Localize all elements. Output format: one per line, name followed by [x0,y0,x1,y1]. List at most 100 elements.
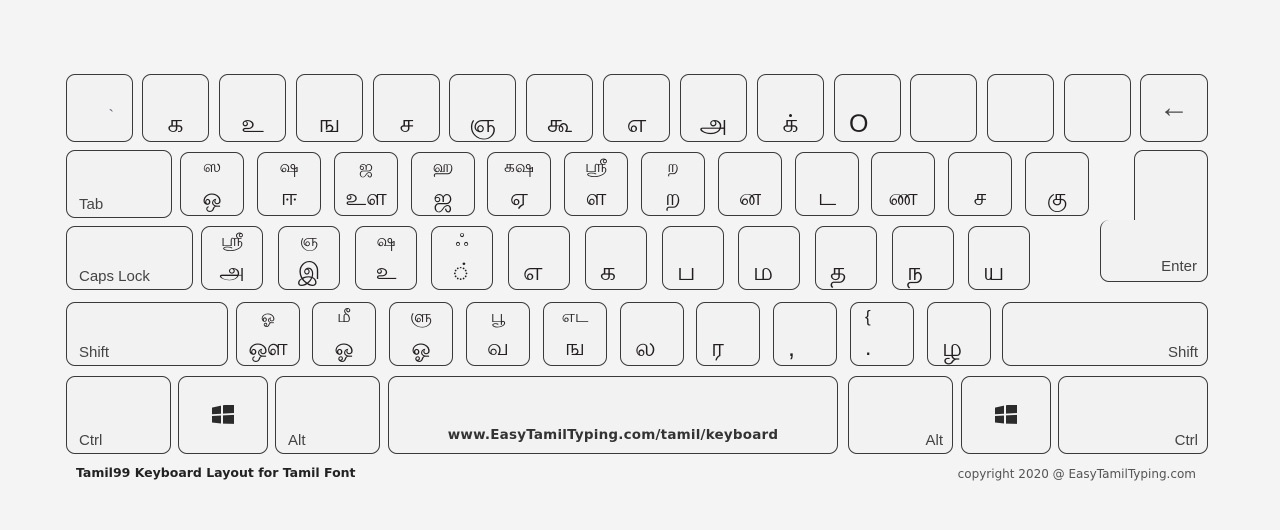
key-x[interactable]: மீ ஓ [312,302,376,366]
key-period[interactable]: { . [850,302,914,366]
key-9-k[interactable]: க் [757,74,824,142]
key-6-glyph: கூ [546,110,573,138]
spacebar-url-label: www.EasyTamilTyping.com/tamil/keyboard [447,427,779,443]
key-d[interactable]: ஷ உ [355,226,417,290]
key-slash[interactable]: ழ [927,302,991,366]
key-1-glyph: க [167,110,184,138]
key-r-top-glyph: ஹ [432,157,454,176]
key-5-glyph: ஞ [469,110,496,138]
key-backspace[interactable]: ← [1140,74,1208,142]
key-o-glyph: ட [817,184,837,210]
key-m[interactable]: ர [696,302,760,366]
key-c-bottom-glyph: ஓ [411,334,431,360]
key-alt-right[interactable]: Alt [848,376,953,454]
key-s[interactable]: ஞ இ [278,226,340,290]
key-2-glyph: உ [241,110,264,138]
key-7-e[interactable]: எ [603,74,670,142]
key-5-nya[interactable]: ஞ [449,74,516,142]
key-shift-left[interactable]: Shift [66,302,228,366]
key-h[interactable]: க [585,226,647,290]
key-o[interactable]: ட [795,152,859,216]
key-e-bottom-glyph: உள [345,184,387,210]
key-u[interactable]: ற ற [641,152,705,216]
key-equal[interactable] [987,74,1054,142]
key-p[interactable]: ண [871,152,935,216]
key-c[interactable]: ளு ஓ [389,302,453,366]
key-bracket-left[interactable]: ச [948,152,1012,216]
key-b-top-glyph: எட [561,307,589,326]
key-w-top-glyph: ஷ [279,157,299,176]
key-n-glyph: ல [635,334,656,362]
key-z-top-glyph: ஓ [260,307,276,326]
key-u-top-glyph: ற [667,157,679,176]
enter-upper-part [1134,150,1208,224]
key-8-a[interactable]: அ [680,74,747,142]
alt-right-label: Alt [925,432,943,449]
key-4-glyph: ச [399,110,414,138]
key-ctrl-right[interactable]: Ctrl [1058,376,1208,454]
key-6-kuu[interactable]: கூ [526,74,593,142]
key-bracket-right[interactable]: கு [1025,152,1089,216]
key-backquote[interactable]: ` [66,74,133,142]
key-t[interactable]: கஷ ஏ [487,152,551,216]
key-minus[interactable] [910,74,977,142]
key-n[interactable]: ல [620,302,684,366]
key-tab[interactable]: Tab [66,150,172,218]
key-quote[interactable]: ய [968,226,1030,290]
key-i[interactable]: ன [718,152,782,216]
key-k[interactable]: ம [738,226,800,290]
key-q-top-glyph: ஸ [202,157,222,176]
key-ctrl-left[interactable]: Ctrl [66,376,171,454]
key-m-glyph: ர [711,334,724,362]
key-quote-glyph: ய [983,258,1005,286]
key-0-o[interactable]: O [834,74,901,142]
key-v-top-glyph: பூ [490,307,506,326]
key-q[interactable]: ஸ ஒ [180,152,244,216]
ctrl-left-label: Ctrl [79,432,103,449]
key-b[interactable]: எட ங [543,302,607,366]
key-a[interactable]: ஶ்ரீ அ [201,226,263,290]
key-a-bottom-glyph: அ [219,258,245,284]
copyright-notice: copyright 2020 @ EasyTamilTyping.com [957,467,1196,481]
key-p-glyph: ண [888,184,918,210]
key-r[interactable]: ஹ ஜ [411,152,475,216]
key-z[interactable]: ஓ ஔ [236,302,300,366]
caps-lock-label: Caps Lock [79,268,150,285]
key-bracket-right-glyph: கு [1046,184,1068,210]
key-k-glyph: ம [753,258,774,286]
layout-title: Tamil99 Keyboard Layout for Tamil Font [76,465,356,480]
key-alt-left[interactable]: Alt [275,376,380,454]
key-4-cha[interactable]: ச [373,74,440,142]
key-j[interactable]: ப [662,226,724,290]
key-r-bottom-glyph: ஜ [433,184,453,210]
key-y[interactable]: ஶ்ரீ ள [564,152,628,216]
key-comma[interactable]: , [773,302,837,366]
key-semicolon[interactable]: ந [892,226,954,290]
key-caps-lock[interactable]: Caps Lock [66,226,193,290]
key-shift-right[interactable]: Shift [1002,302,1208,366]
key-q-bottom-glyph: ஒ [202,184,222,210]
key-9-glyph: க் [782,110,799,138]
key-3-nga[interactable]: ங [296,74,363,142]
key-y-top-glyph: ஶ்ரீ [584,157,608,176]
key-3-glyph: ங [318,110,341,138]
key-semicolon-glyph: ந [907,258,924,286]
key-period-top-glyph: { [865,307,871,326]
key-g[interactable]: எ [508,226,570,290]
key-l[interactable]: த [815,226,877,290]
tamil99-keyboard-layout: ` க உ ங ச ஞ கூ எ அ க் O ← Tab ஸ ஒ ஷ ஈ ஜ … [0,0,1280,530]
key-x-bottom-glyph: ஓ [334,334,354,360]
key-w[interactable]: ஷ ஈ [257,152,321,216]
key-1-ka[interactable]: க [142,74,209,142]
backquote-glyph: ` [108,108,114,125]
key-extra[interactable] [1064,74,1131,142]
key-win-left[interactable] [178,376,268,454]
key-x-top-glyph: மீ [337,307,351,326]
key-enter[interactable]: Enter [1100,150,1208,282]
key-e[interactable]: ஜ உள [334,152,398,216]
key-space[interactable]: www.EasyTamilTyping.com/tamil/keyboard [388,376,838,454]
key-win-right[interactable] [961,376,1051,454]
key-2-u[interactable]: உ [219,74,286,142]
key-v[interactable]: பூ வ [466,302,530,366]
key-f[interactable]: ஃ ் [431,226,493,290]
